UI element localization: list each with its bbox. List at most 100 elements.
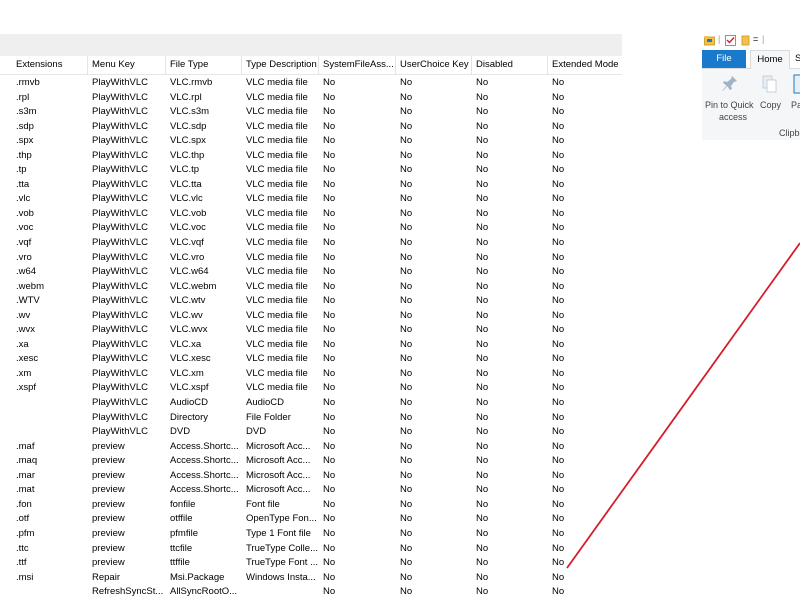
column-header[interactable]: SystemFileAss... xyxy=(319,56,396,74)
table-cell: otffile xyxy=(170,513,193,525)
table-cell: PlayWithVLC xyxy=(92,426,148,438)
table-cell: No xyxy=(323,309,336,321)
table-cell: No xyxy=(323,91,336,103)
table-cell: No xyxy=(400,353,413,365)
table-row[interactable]: .xm PlayWithVLC VLC.xm VLC media file No No No… xyxy=(0,367,622,382)
table-row[interactable]: .vob PlayWithVLC VLC.vob VLC media file No No… xyxy=(0,207,622,222)
table-row[interactable]: .maq preview Access.Shortc... Microsoft Acc… xyxy=(0,454,622,469)
column-header[interactable]: Disabled xyxy=(472,56,548,74)
table-row[interactable]: .voc PlayWithVLC VLC.voc VLC media file No No… xyxy=(0,221,622,236)
table-row[interactable]: .wvx PlayWithVLC VLC.wvx VLC media file No No… xyxy=(0,323,622,338)
paste-icon[interactable] xyxy=(793,73,800,95)
table-cell: No xyxy=(552,280,565,292)
table-cell: preview xyxy=(92,455,125,467)
table-row[interactable]: .w64 PlayWithVLC VLC.w64 VLC media file No No… xyxy=(0,265,622,280)
pin-to-quick-access-label-2[interactable]: access xyxy=(719,112,747,122)
table-row[interactable]: .fon preview fonfile Font file No No No No xyxy=(0,498,622,513)
table-row[interactable]: .maf preview Access.Shortc... Microsoft Acc… xyxy=(0,440,622,455)
table-row[interactable]: .xesc PlayWithVLC VLC.xesc VLC media file No… xyxy=(0,352,622,367)
table-row[interactable]: .sdp PlayWithVLC VLC.sdp VLC media file No No… xyxy=(0,120,622,135)
table-cell: Msi.Package xyxy=(170,571,225,583)
column-header[interactable]: File Type xyxy=(166,56,242,74)
table-row[interactable]: .tta PlayWithVLC VLC.tta VLC media file No No… xyxy=(0,178,622,193)
table-cell: VLC.webm xyxy=(170,280,217,292)
column-header[interactable]: Menu Key xyxy=(88,56,166,74)
copy-button-label[interactable]: Copy xyxy=(760,100,781,110)
table-cell: PlayWithVLC xyxy=(92,309,148,321)
table-cell: No xyxy=(476,527,489,539)
table-cell: VLC media file xyxy=(246,164,308,176)
pin-to-quick-access-label[interactable]: Pin to Quick xyxy=(705,100,754,110)
table-row[interactable]: .rmvb PlayWithVLC VLC.rmvb VLC media file No… xyxy=(0,76,622,91)
customize-qat-dropdown[interactable]: = xyxy=(753,34,758,44)
column-header[interactable]: UserChoice Key xyxy=(396,56,472,74)
table-cell: PlayWithVLC xyxy=(92,237,148,249)
table-row[interactable]: PlayWithVLC AudioCD AudioCD No No No No xyxy=(0,396,622,411)
table-cell: No xyxy=(400,207,413,219)
table-row[interactable]: .mat preview Access.Shortc... Microsoft Acc… xyxy=(0,483,622,498)
table-cell: No xyxy=(400,498,413,510)
table-cell: ttffile xyxy=(170,557,190,569)
table-cell: No xyxy=(552,77,565,88)
column-header[interactable]: Extensions xyxy=(12,56,88,74)
table-cell: No xyxy=(323,542,336,554)
new-folder-icon[interactable] xyxy=(740,35,751,46)
table-cell: No xyxy=(476,91,489,103)
table-row[interactable]: .otf preview otffile OpenType Fon... No No No N… xyxy=(0,512,622,527)
folder-icon[interactable] xyxy=(704,35,715,46)
table-row[interactable]: .tp PlayWithVLC VLC.tp VLC media file No No No… xyxy=(0,163,622,178)
table-row[interactable]: .xa PlayWithVLC VLC.xa VLC media file No No No… xyxy=(0,338,622,353)
table-row[interactable]: PlayWithVLC DVD DVD No No No No xyxy=(0,425,622,440)
table-cell: VLC.spx xyxy=(170,135,206,147)
table-cell: No xyxy=(400,324,413,336)
table-row[interactable]: .webm PlayWithVLC VLC.webm VLC media file No… xyxy=(0,280,622,295)
table-cell: No xyxy=(400,513,413,525)
table-cell: No xyxy=(400,237,413,249)
table-cell: .vqf xyxy=(16,237,32,249)
table-row[interactable]: RefreshSyncSt... AllSyncRootO... No No No No xyxy=(0,585,622,600)
table-cell: AllSyncRootO... xyxy=(170,586,238,598)
paste-button-label[interactable]: Pa xyxy=(791,100,800,110)
table-row[interactable]: .msi Repair Msi.Package Windows Insta... No N… xyxy=(0,571,622,586)
table-cell: VLC media file xyxy=(246,120,308,132)
table-row[interactable]: .ttf preview ttffile TrueType Font ... No No N… xyxy=(0,556,622,571)
table-row[interactable]: .rpl PlayWithVLC VLC.rpl VLC media file No No… xyxy=(0,91,622,106)
table-row[interactable]: .thp PlayWithVLC VLC.thp VLC media file No No… xyxy=(0,149,622,164)
copy-icon[interactable] xyxy=(762,75,778,93)
table-cell: PlayWithVLC xyxy=(92,338,148,350)
table-row[interactable]: .mar preview Access.Shortc... Microsoft Acc… xyxy=(0,469,622,484)
table-row[interactable]: .vlc PlayWithVLC VLC.vlc VLC media file No No… xyxy=(0,192,622,207)
table-row[interactable]: .ttc preview ttcfile TrueType Colle... No No N… xyxy=(0,542,622,557)
tab-file[interactable]: File xyxy=(702,50,746,68)
table-row[interactable]: .WTV PlayWithVLC VLC.wtv VLC media file No No… xyxy=(0,294,622,309)
table-row[interactable]: .xspf PlayWithVLC VLC.xspf VLC media file No… xyxy=(0,381,622,396)
tab-home[interactable]: Home xyxy=(750,50,790,69)
table-row[interactable]: .vqf PlayWithVLC VLC.vqf VLC media file No No… xyxy=(0,236,622,251)
table-cell: No xyxy=(323,411,336,423)
table-cell: No xyxy=(552,222,565,234)
table-row[interactable]: .vro PlayWithVLC VLC.vro VLC media file No No… xyxy=(0,251,622,266)
table-cell: No xyxy=(400,469,413,481)
table-cell: No xyxy=(400,280,413,292)
table-row[interactable]: .s3m PlayWithVLC VLC.s3m VLC media file No No… xyxy=(0,105,622,120)
table-row[interactable]: .pfm preview pfmfile Type 1 Font file No No No… xyxy=(0,527,622,542)
table-cell: RefreshSyncSt... xyxy=(92,586,164,598)
table-row[interactable]: .spx PlayWithVLC VLC.spx VLC media file No No… xyxy=(0,134,622,149)
table-cell: VLC.w64 xyxy=(170,266,209,278)
pin-icon[interactable] xyxy=(722,75,738,93)
table-cell: No xyxy=(552,586,565,598)
tab-share[interactable]: S xyxy=(795,50,800,68)
table-cell: Microsoft Acc... xyxy=(246,440,311,452)
column-header[interactable]: Type Description xyxy=(242,56,319,74)
column-header[interactable]: Extended Mode xyxy=(548,56,622,74)
table-cell: TrueType Font ... xyxy=(246,557,318,569)
table-cell: No xyxy=(552,135,565,147)
table-cell: No xyxy=(552,411,565,423)
table-row[interactable]: .wv PlayWithVLC VLC.wv VLC media file No No No… xyxy=(0,309,622,324)
table-row[interactable]: PlayWithVLC Directory File Folder No No No No xyxy=(0,411,622,426)
table-cell: AudioCD xyxy=(170,397,209,409)
properties-icon[interactable] xyxy=(725,35,736,46)
table-cell: No xyxy=(400,542,413,554)
table-cell: VLC media file xyxy=(246,266,308,278)
table-cell: No xyxy=(476,498,489,510)
